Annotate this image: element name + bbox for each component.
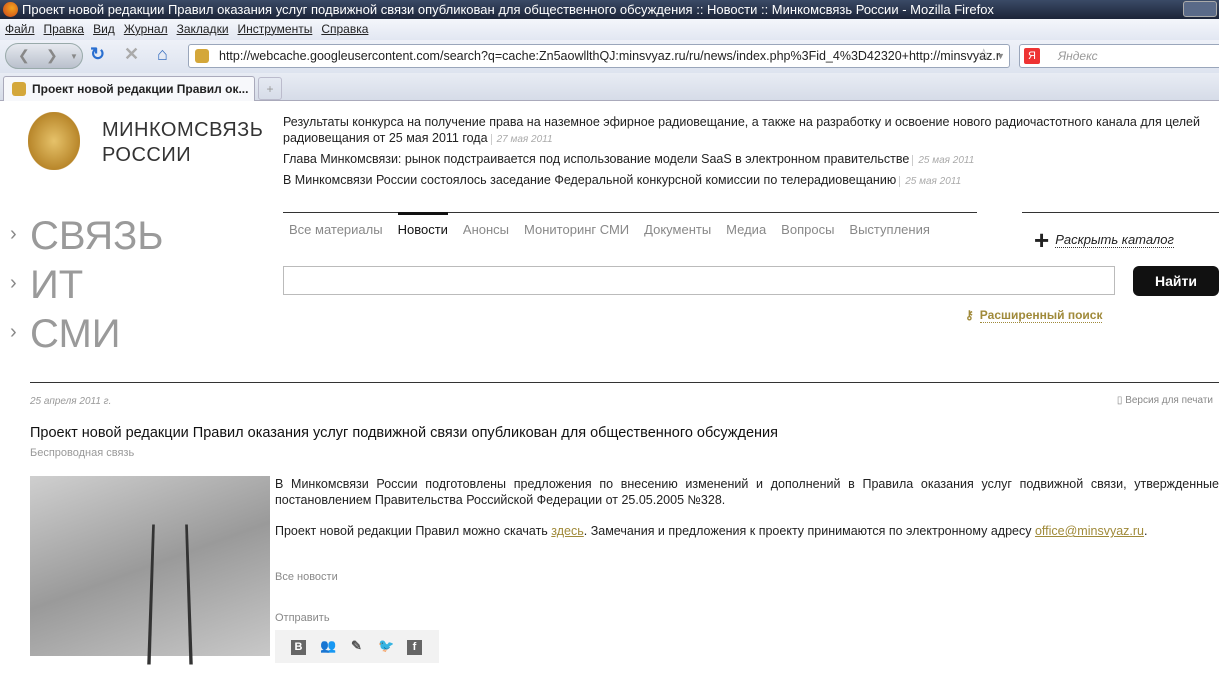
article-body: В Минкомсвязи России подготовлены предло… (275, 476, 1219, 554)
print-version[interactable]: ▯ Версия для печати (1117, 395, 1213, 406)
url-bar[interactable]: http://webcache.googleusercontent.com/se… (188, 44, 1010, 68)
section-svyaz[interactable]: СВЯЗЬ (10, 210, 164, 261)
search-button[interactable]: Найти (1133, 266, 1219, 296)
menu-edit[interactable]: Правка (44, 22, 85, 36)
article-photo (30, 476, 270, 665)
headline-link[interactable]: Результаты конкурса на получение права н… (283, 115, 1200, 145)
divider (30, 382, 1219, 383)
home-icon[interactable]: ⌂ (157, 44, 168, 65)
tab-favicon (12, 82, 26, 96)
download-link[interactable]: здесь (551, 524, 583, 538)
logo-line1: МИНКОМСВЯЗЬ (102, 119, 264, 141)
tab-monitoring[interactable]: Мониторинг СМИ (524, 222, 629, 237)
tower-image (147, 524, 193, 665)
menu-tools[interactable]: Инструменты (238, 22, 313, 36)
article-title: Проект новой редакции Правил оказания ус… (30, 425, 778, 441)
browser-tab[interactable]: Проект новой редакции Правил ок... (3, 76, 255, 101)
menu-bookmarks[interactable]: Закладки (177, 22, 229, 36)
back-icon[interactable]: ❮ (18, 47, 30, 64)
article-date: 25 апреля 2011 г. (30, 396, 112, 407)
minimize-button[interactable] (1183, 1, 1217, 17)
headline-link[interactable]: Глава Минкомсвязи: рынок подстраивается … (283, 152, 909, 166)
menubar: Файл Правка Вид Журнал Закладки Инструменты Сп… (0, 19, 1219, 40)
headline-date: 25 мая 2011 (912, 155, 975, 166)
tabs-divider (283, 212, 977, 213)
email-link[interactable]: office@minsvyaz.ru (1035, 524, 1144, 538)
tab-announcements[interactable]: Анонсы (463, 222, 509, 237)
plus-icon: + (1034, 225, 1050, 255)
section-smi[interactable]: СМИ (10, 308, 164, 359)
vkontakte-icon[interactable]: В (291, 640, 306, 655)
tab-bar: Проект новой редакции Правил ок... + (0, 73, 1219, 101)
menu-history[interactable]: Журнал (124, 22, 168, 36)
forward-icon[interactable]: ❯ (46, 47, 58, 64)
site-favicon (195, 49, 209, 63)
window-title: Проект новой редакции Правил оказания ус… (22, 2, 994, 17)
site-search-input[interactable] (283, 266, 1115, 295)
headline-date: 25 мая 2011 (899, 176, 962, 187)
bookmark-star-icon[interactable]: ☆ (977, 45, 991, 67)
content-tabs: Все материалы Новости Анонсы Мониторинг СМИ… (289, 222, 945, 237)
tab-media[interactable]: Медиа (726, 222, 766, 237)
headline-date: 27 мая 2011 (490, 134, 553, 145)
odnoklassniki-icon[interactable]: 👥 (320, 638, 336, 653)
logo-line2: РОССИИ (102, 144, 192, 166)
expand-catalog[interactable]: + Раскрыть каталог (1022, 212, 1219, 256)
new-tab-button[interactable]: + (258, 77, 282, 100)
livejournal-icon[interactable]: ✎ (349, 638, 364, 653)
stop-icon[interactable]: ✕ (124, 44, 139, 65)
tab-all[interactable]: Все материалы (289, 222, 383, 237)
tab-questions[interactable]: Вопросы (781, 222, 834, 237)
url-text: http://webcache.googleusercontent.com/se… (219, 49, 1000, 63)
section-menu: СВЯЗЬ ИТ СМИ (10, 210, 164, 359)
coat-of-arms-logo[interactable] (28, 112, 80, 170)
navigation-toolbar: ❮ ❯ ▼ ↻ ✕ ⌂ http://webcache.googleusercont… (0, 40, 1219, 73)
section-it[interactable]: ИТ (10, 259, 164, 310)
tab-news[interactable]: Новости (398, 222, 448, 237)
print-icon: ▯ (1116, 395, 1126, 406)
firefox-icon (3, 2, 18, 17)
article-category[interactable]: Беспроводная связь (30, 447, 134, 459)
search-placeholder: Яндекс (1058, 49, 1098, 63)
search-input[interactable]: Я Яндекс (1019, 44, 1219, 68)
article-paragraph: Проект новой редакции Правил можно скача… (275, 523, 1219, 539)
tab-label: Проект новой редакции Правил ок... (32, 82, 249, 96)
social-share-bar: В 👥 ✎ 🐦 f (275, 630, 439, 663)
menu-view[interactable]: Вид (93, 22, 115, 36)
key-icon: ⚷ (965, 308, 974, 322)
advanced-search-link[interactable]: Расширенный поиск (979, 308, 1103, 323)
twitter-icon[interactable]: 🐦 (378, 638, 394, 653)
reload-icon[interactable]: ↻ (90, 44, 105, 65)
headline-item[interactable]: В Минкомсвязи России состоялось заседани… (283, 172, 1203, 190)
advanced-search[interactable]: ⚷ Расширенный поиск (965, 308, 1103, 323)
catalog-link[interactable]: Раскрыть каталог (1055, 231, 1174, 248)
text: Проект новой редакции Правил можно скача… (275, 524, 552, 538)
tab-speeches[interactable]: Выступления (849, 222, 929, 237)
headline-link[interactable]: В Минкомсвязи России состоялось заседани… (283, 173, 896, 187)
back-forward-buttons[interactable]: ❮ ❯ ▼ (5, 43, 83, 69)
window-titlebar: Проект новой редакции Правил оказания ус… (0, 0, 1219, 19)
headline-item[interactable]: Результаты конкурса на получение права н… (283, 114, 1203, 148)
print-link[interactable]: Версия для печати (1125, 395, 1213, 406)
url-dropdown-icon[interactable]: ▼ (996, 45, 1005, 67)
headlines-list: Результаты конкурса на получение права н… (283, 114, 1203, 193)
article-paragraph: В Минкомсвязи России подготовлены предло… (275, 477, 1219, 507)
send-label: Отправить (275, 612, 330, 624)
site-logo-text[interactable]: МИНКОМСВЯЗЬ РОССИИ (102, 118, 263, 168)
menu-help[interactable]: Справка (321, 22, 368, 36)
facebook-icon[interactable]: f (407, 640, 422, 655)
yandex-icon[interactable]: Я (1024, 48, 1040, 64)
text: . Замечания и предложения к проекту прин… (583, 524, 1035, 538)
menu-file[interactable]: Файл (5, 22, 35, 36)
text: . (1144, 524, 1148, 538)
headline-item[interactable]: Глава Минкомсвязи: рынок подстраивается … (283, 151, 1203, 169)
all-news-link[interactable]: Все новости (275, 571, 338, 583)
tab-documents[interactable]: Документы (644, 222, 711, 237)
history-dropdown-icon[interactable]: ▼ (70, 52, 78, 61)
